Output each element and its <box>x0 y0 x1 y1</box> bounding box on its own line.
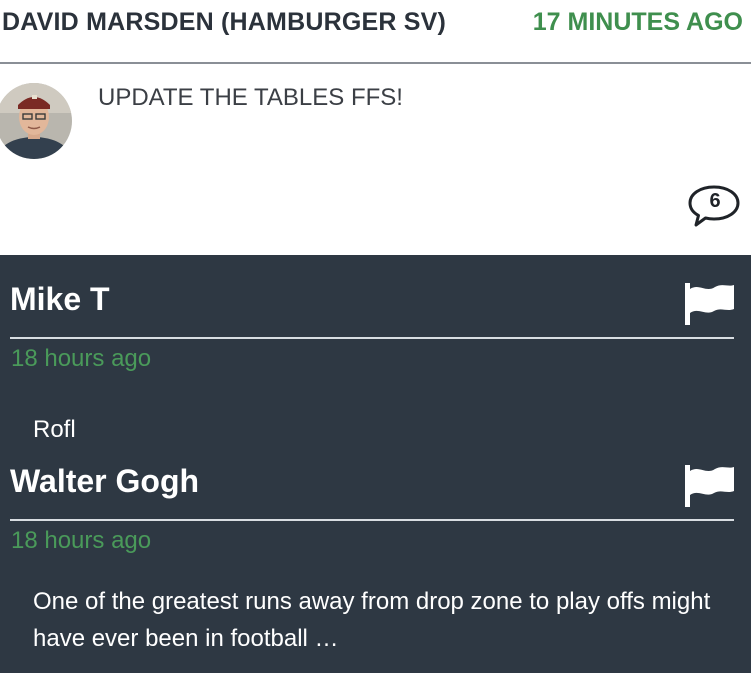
flag-icon[interactable] <box>682 281 736 325</box>
post-timestamp: 17 MINUTES AGO <box>532 8 743 36</box>
avatar[interactable] <box>0 83 72 159</box>
comment-text: One of the greatest runs away from drop … <box>33 588 711 652</box>
comments-panel: Mike T 18 hours ago Rofl Walter Gogh 18 … <box>0 255 751 673</box>
post-header: DAVID MARSDEN (HAMBURGER SV) 17 MINUTES … <box>0 0 751 64</box>
user-avatar-photo <box>0 83 72 159</box>
post-text: UPDATE THE TABLES FFS! <box>98 84 403 111</box>
flag-icon[interactable] <box>682 463 736 507</box>
comment-count: 6 <box>709 190 721 212</box>
comment-text: Rofl <box>33 416 76 443</box>
divider <box>10 519 734 521</box>
comment-timestamp: 18 hours ago <box>11 527 152 554</box>
comment-author[interactable]: Walter Gogh <box>10 463 199 500</box>
comment-author[interactable]: Mike T <box>10 281 110 318</box>
post-author[interactable]: DAVID MARSDEN (HAMBURGER SV) <box>2 8 446 37</box>
comment-count-button[interactable]: 6 <box>687 184 741 228</box>
comment-timestamp: 18 hours ago <box>11 345 152 372</box>
divider <box>10 337 734 339</box>
